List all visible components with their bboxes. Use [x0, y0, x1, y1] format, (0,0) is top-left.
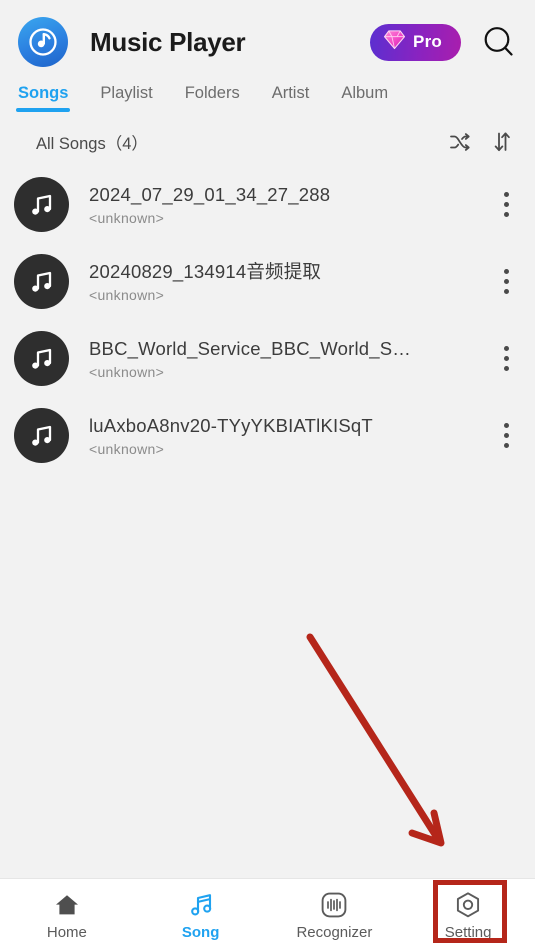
bottom-navigation: Home Song Recognizer Setting	[0, 878, 535, 951]
tab-folders[interactable]: Folders	[185, 84, 240, 112]
tab-playlist[interactable]: Playlist	[100, 84, 152, 112]
song-overflow-menu-icon[interactable]	[487, 180, 525, 230]
music-note-icon	[14, 177, 69, 232]
song-meta: 2024_07_29_01_34_27_288 <unknown>	[89, 183, 487, 226]
table-row[interactable]: 20240829_134914音频提取 <unknown>	[0, 243, 535, 320]
pro-label: Pro	[413, 32, 442, 51]
song-title: luAxboA8nv20-TYyYKBIATlKISqT	[89, 414, 373, 436]
music-note-icon	[14, 408, 69, 463]
tab-album[interactable]: Album	[341, 84, 388, 112]
nav-label-song: Song	[181, 923, 220, 941]
table-row[interactable]: BBC_World_Service_BBC_World_S… <unknown>	[0, 320, 535, 397]
nav-item-recognizer[interactable]: Recognizer	[268, 879, 402, 951]
song-meta: BBC_World_Service_BBC_World_S… <unknown>	[89, 337, 487, 380]
song-overflow-menu-icon[interactable]	[487, 257, 525, 307]
tab-folders-label: Folders	[184, 84, 240, 102]
music-note-icon	[186, 890, 216, 920]
tab-playlist-label: Playlist	[100, 84, 153, 102]
song-overflow-menu-icon[interactable]	[487, 334, 525, 384]
pro-upgrade-button[interactable]: Pro	[370, 23, 461, 61]
diamond-icon	[383, 29, 406, 55]
sort-icon[interactable]	[485, 125, 519, 159]
song-meta: luAxboA8nv20-TYyYKBIATlKISqT <unknown>	[89, 414, 487, 457]
music-note-icon	[14, 254, 69, 309]
table-row[interactable]: 2024_07_29_01_34_27_288 <unknown>	[0, 166, 535, 243]
home-icon	[53, 890, 81, 920]
nav-item-home[interactable]: Home	[0, 879, 134, 951]
song-artist: <unknown>	[89, 210, 165, 227]
music-note-icon	[14, 331, 69, 386]
gear-hexagon-icon	[453, 890, 483, 920]
nav-label-home: Home	[46, 923, 87, 941]
tab-artist-label: Artist	[271, 84, 310, 102]
shuffle-icon[interactable]	[443, 125, 477, 159]
song-list-header: All Songs（4）	[0, 120, 535, 164]
app-header: Music Player Pro	[0, 0, 535, 84]
waveform-icon	[319, 890, 349, 920]
search-icon[interactable]	[479, 22, 519, 62]
song-artist: <unknown>	[89, 364, 165, 381]
app-logo-icon	[18, 17, 68, 67]
all-songs-count-label: All Songs（4）	[36, 135, 148, 153]
tab-artist[interactable]: Artist	[272, 84, 310, 112]
song-overflow-menu-icon[interactable]	[487, 411, 525, 461]
library-tabs: Songs Playlist Folders Artist Album	[0, 84, 535, 120]
nav-item-setting[interactable]: Setting	[401, 879, 535, 951]
song-artist: <unknown>	[89, 441, 165, 458]
table-row[interactable]: luAxboA8nv20-TYyYKBIATlKISqT <unknown>	[0, 397, 535, 474]
nav-label-setting: Setting	[444, 923, 492, 941]
song-meta: 20240829_134914音频提取 <unknown>	[89, 260, 487, 303]
tab-songs[interactable]: Songs	[15, 84, 71, 112]
song-title: 2024_07_29_01_34_27_288	[89, 183, 331, 205]
song-artist: <unknown>	[89, 287, 165, 304]
nav-label-recognizer: Recognizer	[296, 923, 373, 941]
song-title: BBC_World_Service_BBC_World_S…	[89, 337, 411, 359]
song-title: 20240829_134914音频提取	[89, 260, 322, 282]
tab-songs-label: Songs	[18, 84, 69, 102]
nav-item-song[interactable]: Song	[134, 879, 268, 951]
tab-album-label: Album	[341, 84, 389, 102]
page-title: Music Player	[90, 26, 246, 57]
song-list: 2024_07_29_01_34_27_288 <unknown> 202408…	[0, 164, 535, 474]
